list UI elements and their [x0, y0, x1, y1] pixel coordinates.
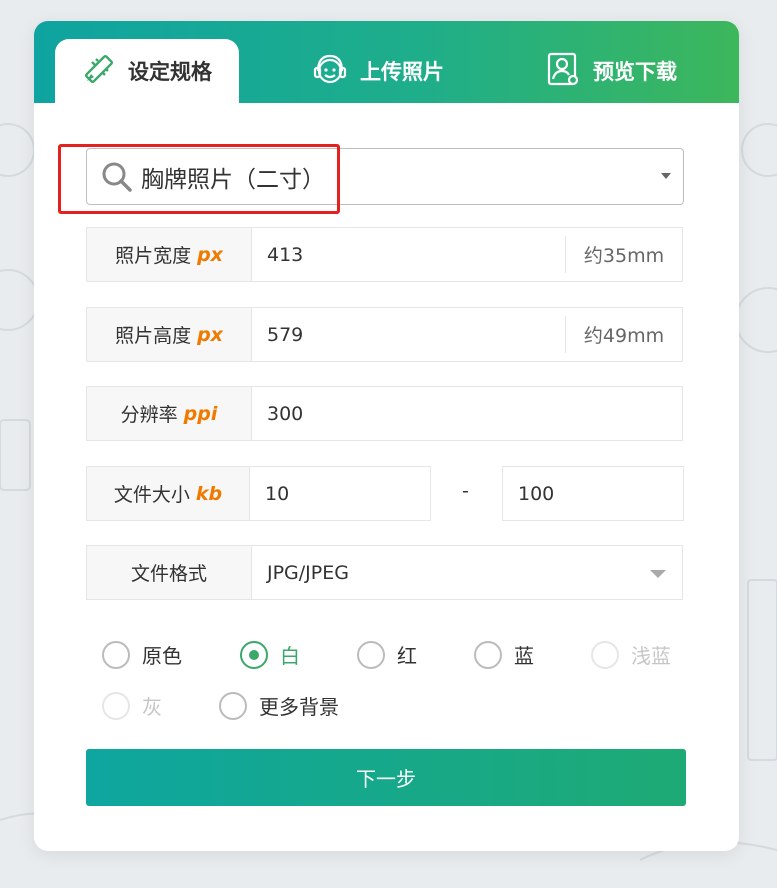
height-label: 照片高度 px [87, 308, 252, 361]
spec-card: 设定规格 上传照片 预览下载 胸牌照片（二寸） 照片宽度 px 413 约35m… [34, 21, 739, 851]
format-row: 文件格式 JPG/JPEG [86, 545, 683, 600]
face-icon [312, 51, 348, 92]
format-select[interactable]: JPG/JPEG [252, 546, 682, 599]
tab-set-spec[interactable]: 设定规格 [55, 39, 239, 103]
tab-preview-download[interactable]: 预览下载 [545, 39, 677, 103]
bg-option-label: 红 [397, 644, 417, 668]
search-icon [101, 161, 133, 193]
tab-label: 上传照片 [360, 60, 444, 84]
format-label: 文件格式 [87, 546, 252, 599]
bg-option-original[interactable]: 原色 [102, 640, 182, 669]
resolution-label: 分辨率 ppi [87, 387, 252, 440]
ruler-pencil-icon [82, 52, 116, 91]
height-row: 照片高度 px 579 约49mm [86, 307, 683, 362]
bg-option-gray[interactable]: 灰 [102, 691, 162, 720]
resolution-unit: ppi [183, 402, 218, 425]
chevron-down-icon [661, 173, 671, 179]
height-unit: px [197, 323, 223, 346]
step-tabs-bar: 设定规格 上传照片 预览下载 [34, 21, 739, 103]
width-label: 照片宽度 px [87, 228, 252, 281]
chevron-down-icon [650, 570, 666, 578]
radio-circle [102, 691, 130, 720]
bg-option-red[interactable]: 红 [357, 640, 417, 669]
file-size-min-input[interactable]: 10 [249, 466, 431, 521]
radio-circle [240, 640, 268, 669]
format-value: JPG/JPEG [267, 561, 349, 584]
tab-upload-photo[interactable]: 上传照片 [312, 39, 444, 103]
next-step-button[interactable]: 下一步 [86, 749, 686, 806]
bg-option-white[interactable]: 白 [240, 640, 300, 669]
range-separator: - [462, 480, 469, 502]
bg-option-label: 浅蓝 [631, 644, 671, 668]
tab-label: 设定规格 [128, 60, 212, 84]
radio-circle [591, 640, 619, 669]
portrait-download-icon [545, 51, 581, 92]
bg-option-blue[interactable]: 蓝 [474, 640, 534, 669]
bg-option-label: 灰 [142, 695, 162, 719]
bg-option-more[interactable]: 更多背景 [219, 691, 339, 720]
bg-option-light-blue[interactable]: 浅蓝 [591, 640, 671, 669]
bg-option-label: 原色 [142, 644, 182, 668]
bg-option-label: 更多背景 [259, 695, 339, 719]
file-size-max-input[interactable]: 100 [502, 466, 684, 521]
resolution-row: 分辨率 ppi 300 [86, 386, 683, 441]
radio-circle [102, 640, 130, 669]
width-mm: 约35mm [565, 236, 682, 273]
resolution-input[interactable]: 300 [252, 387, 682, 440]
radio-circle [474, 640, 502, 669]
file-size-unit: kb [195, 482, 223, 505]
file-size-row: 文件大小 kb 10 - 100 [86, 466, 684, 521]
height-mm: 约49mm [565, 316, 682, 353]
bg-option-label: 蓝 [514, 644, 534, 668]
width-input[interactable]: 413 [252, 228, 565, 281]
file-size-label: 文件大小 kb [86, 466, 250, 521]
width-unit: px [197, 243, 223, 266]
radio-circle [219, 691, 247, 720]
bg-option-label: 白 [280, 644, 300, 668]
width-row: 照片宽度 px 413 约35mm [86, 227, 683, 282]
resolution-label-text: 分辨率 [120, 404, 178, 426]
tab-label: 预览下载 [593, 60, 677, 84]
height-input[interactable]: 579 [252, 308, 565, 361]
spec-select-value: 胸牌照片（二寸） [141, 166, 325, 193]
spec-select[interactable]: 胸牌照片（二寸） [86, 148, 684, 205]
radio-circle [357, 640, 385, 669]
height-label-text: 照片高度 [115, 325, 192, 347]
file-size-label-text: 文件大小 [113, 484, 190, 506]
width-label-text: 照片宽度 [115, 245, 192, 267]
